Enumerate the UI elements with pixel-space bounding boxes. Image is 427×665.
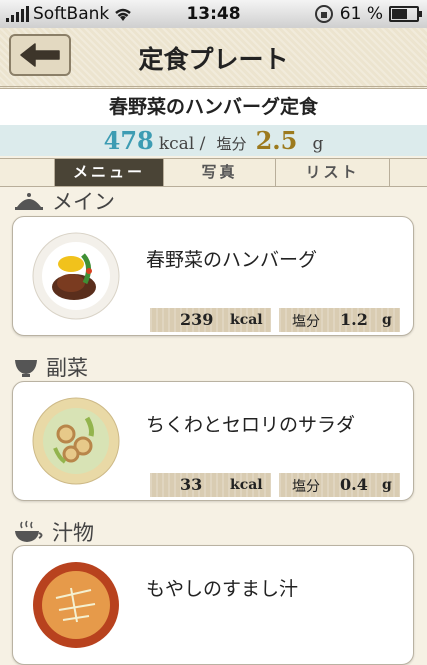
status-bar: SoftBank 13:48 61 % <box>0 0 427 28</box>
dish-kcal: 239 <box>180 310 214 329</box>
salt-unit: g <box>312 134 324 154</box>
section-label: 汁物 <box>52 521 94 545</box>
kcal-pill: 33 kcal <box>150 473 271 497</box>
tab-photo[interactable]: 写真 <box>164 159 276 186</box>
meal-title: 春野菜のハンバーグ定食 <box>108 96 318 118</box>
dish-salt-label: 塩分 <box>292 479 320 495</box>
tab-bar: メニュー 写真 リスト <box>0 158 427 187</box>
dish-salt: 0.4 <box>340 475 368 494</box>
dish-salt-label: 塩分 <box>292 314 320 330</box>
navigation-bar: 定食プレート <box>0 28 427 89</box>
battery-icon <box>389 6 422 22</box>
hamburg-steak-photo <box>32 232 120 320</box>
nutrition-summary: 478 kcal / 塩分 2.5 g <box>0 125 427 156</box>
section-main: メイン <box>14 186 115 216</box>
section-label: メイン <box>52 190 115 214</box>
dish-name: ちくわとセロリのサラダ <box>146 414 356 436</box>
dish-kcal-unit: kcal <box>230 312 263 328</box>
section-side: 副菜 <box>14 352 88 382</box>
total-salt: 2.5 <box>255 126 298 155</box>
soup-photo <box>33 562 119 648</box>
dish-kcal-unit: kcal <box>230 477 263 493</box>
plate-cloche-icon <box>15 193 43 210</box>
dish-salt: 1.2 <box>340 310 368 329</box>
dish-name: もやしのすまし汁 <box>146 578 299 600</box>
salt-label: 塩分 <box>216 135 247 153</box>
salt-pill: 塩分 1.2 g <box>279 308 400 332</box>
dish-name: 春野菜のハンバーグ <box>146 249 318 271</box>
dish-kcal: 33 <box>180 475 203 494</box>
page-title: 定食プレート <box>138 45 289 74</box>
bowl-icon <box>15 360 37 377</box>
section-soup: 汁物 <box>14 517 94 547</box>
tab-spacer-right <box>390 159 427 186</box>
kcal-pill: 239 kcal <box>150 308 271 332</box>
total-kcal: 478 <box>103 126 154 155</box>
tab-list[interactable]: リスト <box>276 159 390 186</box>
meal-header: 春野菜のハンバーグ定食 <box>0 89 427 125</box>
dish-salt-unit: g <box>382 477 392 493</box>
salad-photo <box>32 397 120 485</box>
dish-card-soup[interactable]: もやしのすまし汁 <box>12 545 414 665</box>
dish-card-main[interactable]: 春野菜のハンバーグ 239 kcal 塩分 1.2 g <box>12 216 414 336</box>
soup-cup-icon <box>15 520 43 542</box>
tab-spacer-left <box>0 159 55 186</box>
dish-card-side[interactable]: ちくわとセロリのサラダ 33 kcal 塩分 0.4 g <box>12 381 414 501</box>
battery-percent: 61 % <box>339 4 383 24</box>
salt-pill: 塩分 0.4 g <box>279 473 400 497</box>
tab-menu[interactable]: メニュー <box>55 159 164 186</box>
dish-salt-unit: g <box>382 312 392 328</box>
rotation-lock-icon <box>314 5 333 23</box>
kcal-unit: kcal / <box>158 134 206 154</box>
section-label: 副菜 <box>46 356 88 380</box>
